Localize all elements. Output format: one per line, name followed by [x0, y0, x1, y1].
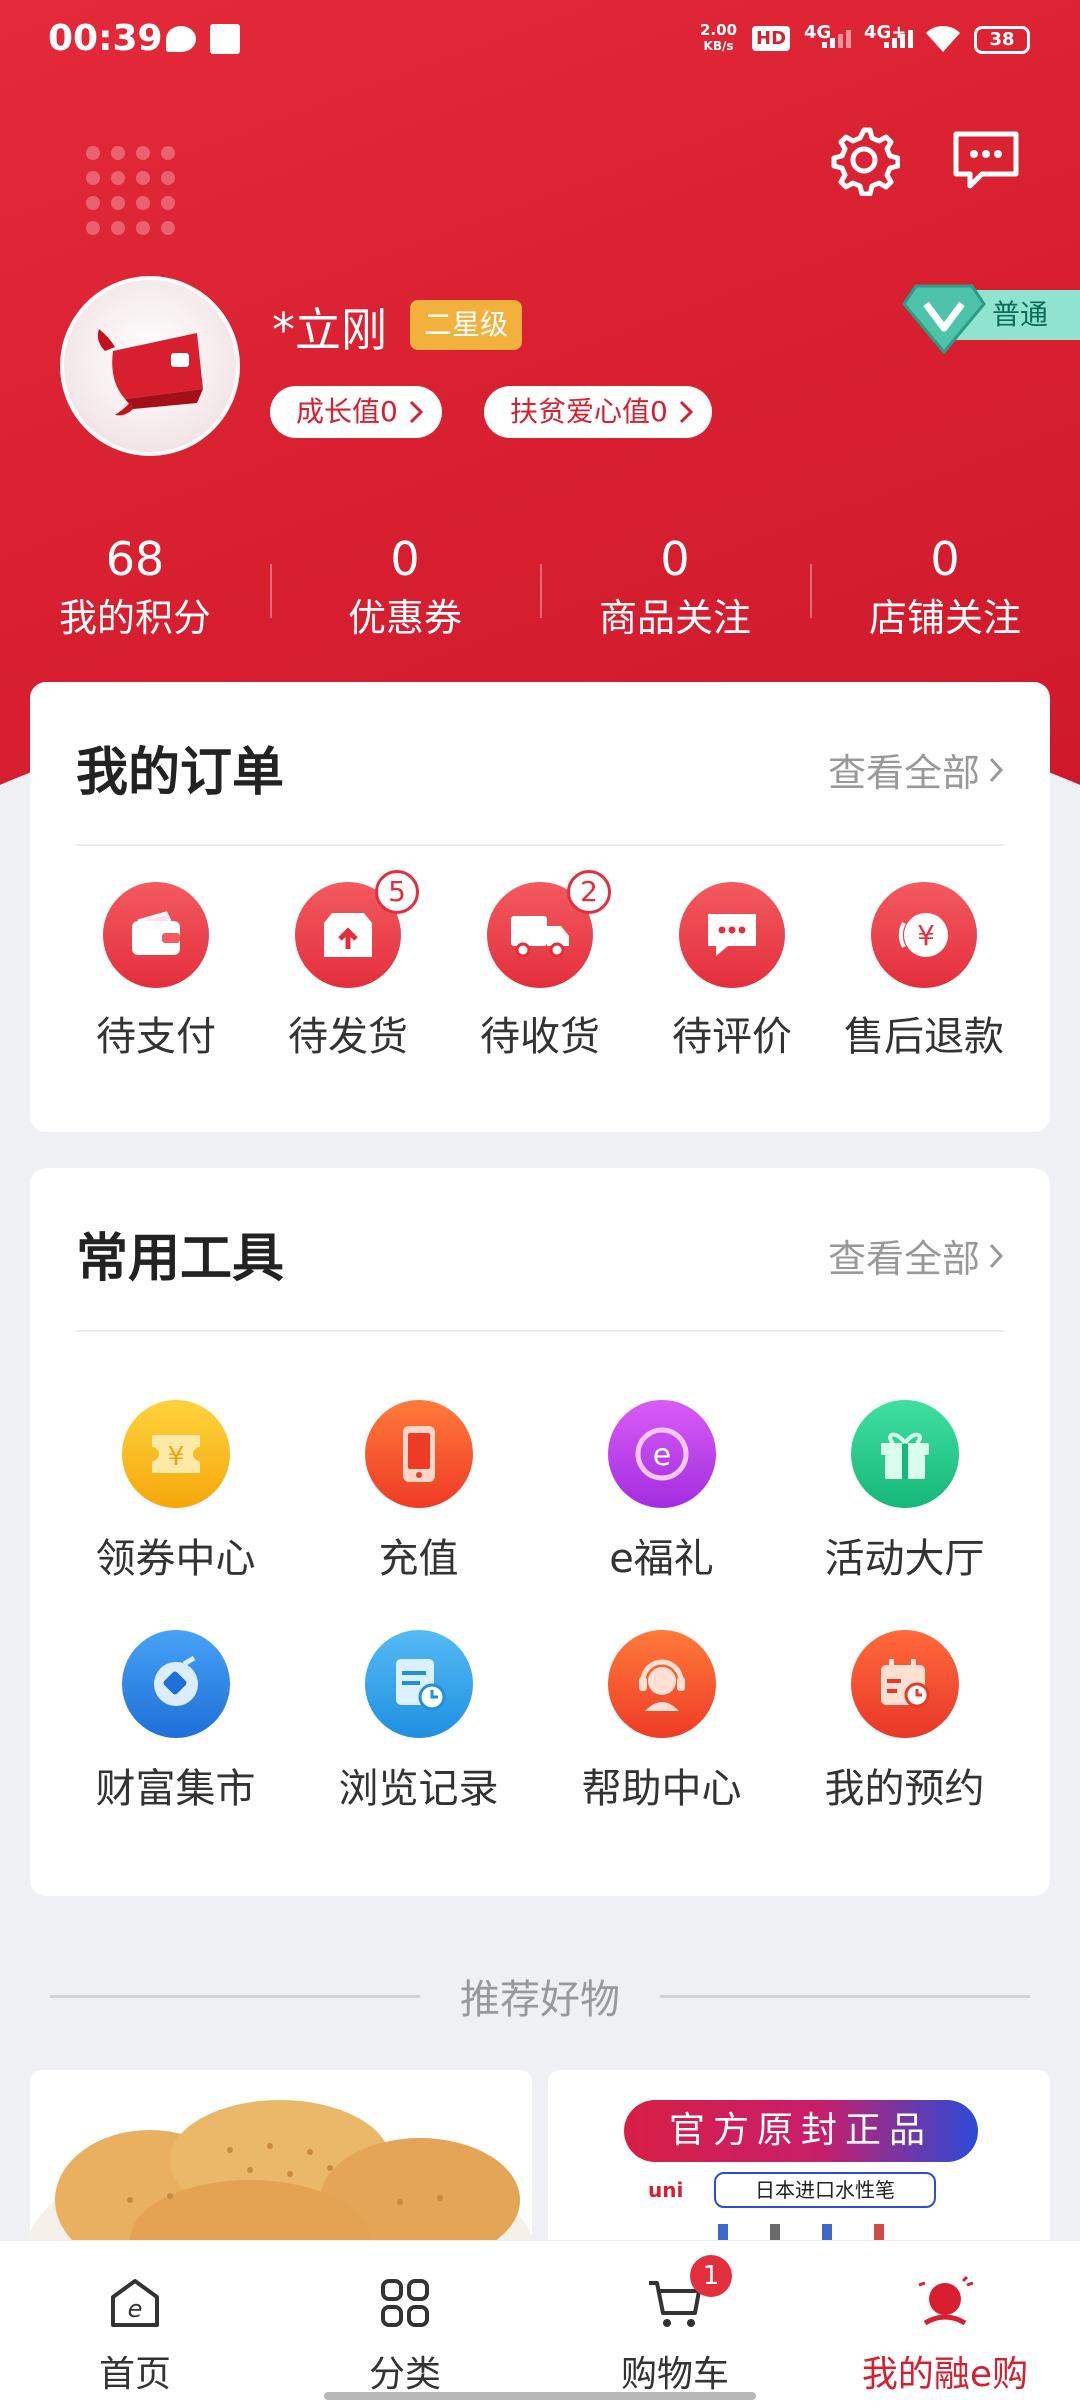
product-subtitle: 日本进口水性笔: [714, 2172, 936, 2208]
chevron-right-icon: [679, 400, 693, 424]
order-pending-shipment[interactable]: 5 待发货: [255, 870, 441, 1062]
history-icon: [395, 1659, 445, 1711]
tools-card-header: 常用工具 查看全部: [76, 1168, 1004, 1332]
signal-bars-1-icon: [822, 30, 851, 48]
stats-row: 68 我的积分 0 优惠券 0 商品关注 0 店铺关注: [0, 530, 1080, 648]
charity-value-button[interactable]: 扶贫爱心值0: [484, 386, 712, 438]
svg-text:e: e: [128, 2295, 143, 2323]
cart-count-badge: 1: [690, 2255, 732, 2297]
tab-cart[interactable]: 1 购物车: [540, 2241, 810, 2408]
stat-product-follows[interactable]: 0 商品关注: [540, 530, 810, 648]
tools-card: 常用工具 查看全部 ¥ 领券中心 充值 e e福礼 活动大厅 财富集市 浏览记录…: [30, 1168, 1050, 1896]
stat-points[interactable]: 68 我的积分: [0, 530, 270, 648]
wealth-icon: [153, 1655, 198, 1706]
comment-icon: [708, 914, 756, 956]
stat-coupons[interactable]: 0 优惠券: [270, 530, 540, 648]
orders-view-all-link[interactable]: 查看全部: [828, 742, 1004, 797]
orders-title: 我的订单: [76, 743, 285, 803]
orders-card: 我的订单 查看全部 待支付 5 待发货 2 待收货 待评价 ¥ 售后退款: [30, 682, 1050, 1132]
avatar[interactable]: [60, 276, 240, 456]
tab-category[interactable]: 分类: [270, 2241, 540, 2408]
product-card-pens[interactable]: 官方原封正品 uni 日本进口水性笔: [548, 2070, 1050, 2250]
decorative-dots: [86, 146, 175, 235]
member-level-badge: 二星级: [410, 300, 523, 350]
orders-card-header: 我的订单 查看全部: [76, 682, 1004, 846]
growth-value-button[interactable]: 成长值0: [270, 386, 442, 438]
order-status-row: 待支付 5 待发货 2 待收货 待评价 ¥ 售后退款: [30, 870, 1050, 1062]
product-banner: 官方原封正品: [624, 2100, 978, 2162]
chat-icon: [953, 131, 1019, 189]
bottom-tab-bar: e 首页 分类 1 购物车 我的融e购: [0, 2240, 1080, 2408]
pending-receipt-badge: 2: [567, 870, 611, 914]
username: *立刚: [272, 303, 387, 357]
pending-shipment-badge: 5: [375, 870, 419, 914]
svg-text:¥: ¥: [167, 1442, 184, 1472]
gear-icon: [831, 127, 900, 196]
tool-coupon-center[interactable]: ¥ 领券中心: [54, 1400, 297, 1584]
chevron-right-icon: [989, 757, 1004, 782]
tool-browse-history[interactable]: 浏览记录: [297, 1630, 540, 1814]
tools-title: 常用工具: [76, 1229, 285, 1289]
order-pending-review[interactable]: 待评价: [639, 882, 825, 1062]
tools-view-all-link[interactable]: 查看全部: [828, 1228, 1004, 1283]
settings-button[interactable]: [824, 120, 904, 200]
notification-square-icon: [210, 24, 240, 54]
tools-grid: ¥ 领券中心 充值 e e福礼 活动大厅 财富集市 浏览记录 帮助中心 我的预约: [30, 1400, 1050, 1814]
status-time: 00:39: [48, 18, 163, 59]
svg-text:¥: ¥: [917, 919, 935, 952]
recommend-divider: 推荐好物: [50, 1968, 1030, 2024]
messages-button[interactable]: [946, 120, 1026, 200]
tool-e-gift[interactable]: e e福礼: [540, 1400, 783, 1584]
tool-wealth-market[interactable]: 财富集市: [54, 1630, 297, 1814]
tool-activity-hall[interactable]: 活动大厅: [783, 1400, 1026, 1584]
charity-value-label: 扶贫爱心值0: [510, 395, 668, 428]
biscuits-image: [30, 2070, 532, 2250]
chevron-right-icon: [989, 1243, 1004, 1268]
home-icon: e: [111, 2279, 159, 2327]
phone-icon: [402, 1426, 435, 1482]
battery-indicator: 38: [974, 26, 1030, 54]
wifi-icon: [926, 25, 960, 52]
home-indicator[interactable]: [324, 2392, 756, 2400]
status-bar: 00:39 2.00 KB/s HD 4G 4G+ 38: [0, 0, 1080, 80]
profile-icon: [918, 2275, 974, 2326]
recommend-title: 推荐好物: [460, 1977, 620, 2023]
growth-value-label: 成长值0: [296, 395, 398, 428]
calendar-icon: [880, 1659, 929, 1708]
tool-help-center[interactable]: 帮助中心: [540, 1630, 783, 1814]
order-pending-receipt[interactable]: 2 待收货: [447, 870, 633, 1062]
signal-bars-2-icon: [884, 30, 913, 48]
hd-indicator: HD: [752, 26, 791, 51]
coupon-icon: ¥: [151, 1435, 200, 1473]
order-after-sales-refund[interactable]: ¥ 售后退款: [831, 882, 1017, 1062]
tool-my-reservations[interactable]: 我的预约: [783, 1630, 1026, 1814]
e-gift-icon: e: [635, 1427, 688, 1481]
message-notification-icon: [166, 26, 196, 52]
tab-home[interactable]: e 首页: [0, 2241, 270, 2408]
truck-icon: [511, 916, 569, 958]
category-icon: [381, 2279, 429, 2327]
wallet-icon: [132, 911, 180, 955]
chevron-right-icon: [409, 400, 423, 424]
tool-recharge[interactable]: 充值: [297, 1400, 540, 1584]
refund-icon: ¥: [898, 913, 948, 957]
box-icon: [324, 913, 372, 957]
stat-store-follows[interactable]: 0 店铺关注: [810, 530, 1080, 648]
svg-text:e: e: [652, 1438, 670, 1473]
tab-my-profile[interactable]: 我的融e购: [810, 2241, 1080, 2408]
product-brand: uni: [648, 2178, 684, 2202]
order-pending-payment[interactable]: 待支付: [63, 882, 249, 1062]
diamond-icon: [902, 284, 986, 354]
vip-badge[interactable]: 普通: [902, 282, 1080, 354]
support-icon: [638, 1659, 685, 1711]
net-speed: 2.00 KB/s: [700, 21, 738, 53]
gift-icon: [880, 1432, 929, 1479]
product-card-biscuits[interactable]: [30, 2070, 532, 2250]
whale-logo-icon: [97, 329, 203, 416]
